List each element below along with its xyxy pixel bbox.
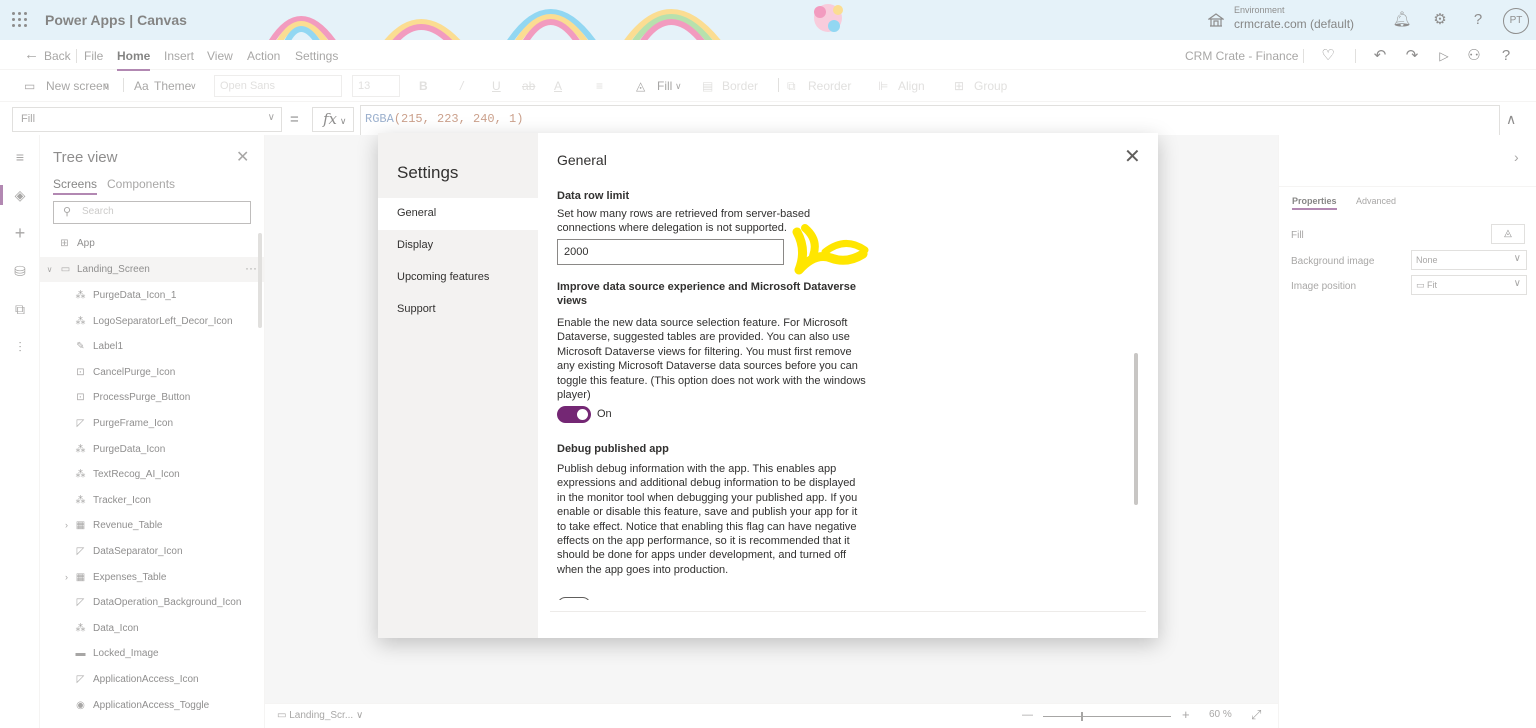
improve-data-source-toggle[interactable] xyxy=(557,406,591,423)
yellow-highlight-annotation xyxy=(792,224,869,275)
settings-nav-general[interactable]: General xyxy=(378,198,538,230)
settings-nav-support[interactable]: Support xyxy=(378,294,538,326)
settings-section-heading: General xyxy=(557,152,607,168)
settings-title: Settings xyxy=(397,163,459,182)
improve-data-source-toggle-label: On xyxy=(597,408,612,420)
debug-published-app-description: Publish debug information with the app. … xyxy=(557,463,858,576)
improve-data-source-title: Improve data source experience and Micro… xyxy=(557,281,856,307)
settings-nav: Settings General Display Upcoming featur… xyxy=(378,133,538,638)
toggle-knob xyxy=(577,409,588,420)
data-row-limit-title: Data row limit xyxy=(557,190,630,202)
dialog-footer-divider xyxy=(550,611,1146,612)
settings-scrollbar[interactable] xyxy=(1134,353,1138,505)
settings-nav-display[interactable]: Display xyxy=(378,230,538,262)
settings-dialog: Settings General Display Upcoming featur… xyxy=(378,133,1158,638)
settings-nav-upcoming-features[interactable]: Upcoming features xyxy=(378,262,538,294)
data-row-limit-input[interactable]: 2000 xyxy=(557,239,784,265)
close-icon[interactable]: ✕ xyxy=(1124,147,1141,167)
dialog-footer xyxy=(538,600,1158,638)
improve-data-source-description: Enable the new data source selection fea… xyxy=(557,317,866,402)
debug-published-app-title: Debug published app xyxy=(557,443,669,455)
settings-content: General ✕ Data row limit Set how many ro… xyxy=(538,133,1158,638)
